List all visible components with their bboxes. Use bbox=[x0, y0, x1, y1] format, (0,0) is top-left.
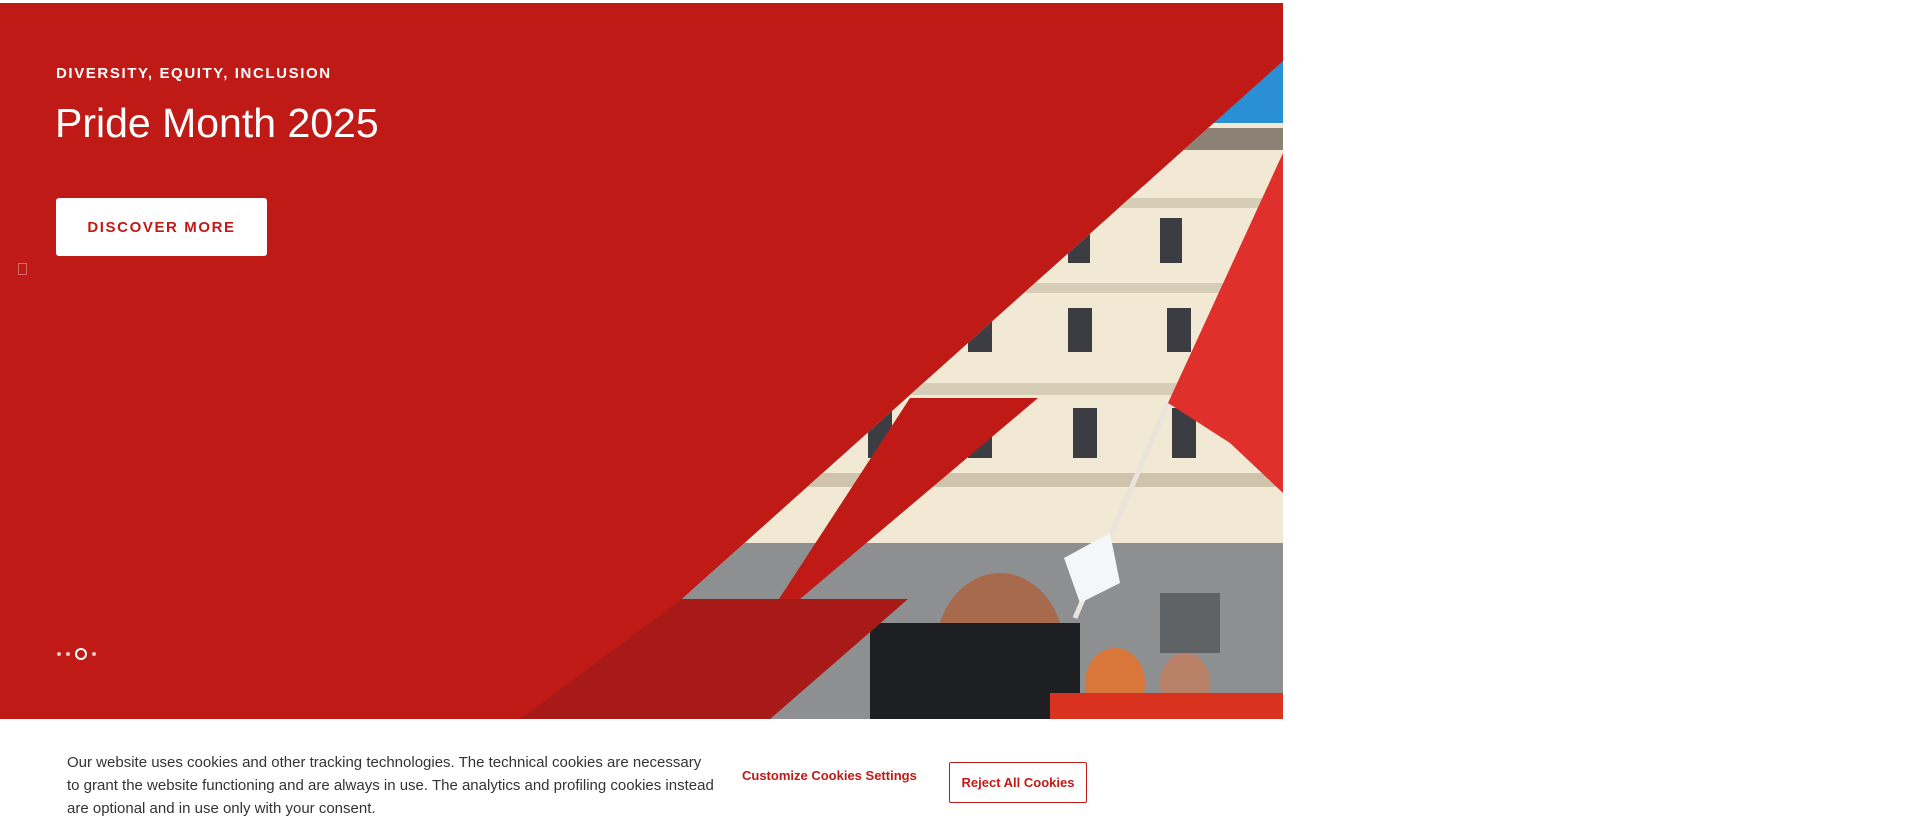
carousel-dot-2[interactable] bbox=[66, 652, 70, 656]
carousel-dot-3[interactable] bbox=[75, 648, 87, 660]
discover-more-button[interactable]: DISCOVER MORE bbox=[56, 198, 267, 256]
reject-all-cookies-button[interactable]: Reject All Cookies bbox=[949, 762, 1087, 803]
image-placeholder-icon bbox=[18, 263, 27, 275]
carousel-dot-1[interactable] bbox=[57, 652, 61, 656]
hero-category: DIVERSITY, EQUITY, INCLUSION bbox=[56, 65, 332, 82]
cookie-banner: Our website uses cookies and other track… bbox=[0, 719, 1283, 820]
customize-cookies-button[interactable]: Customize Cookies Settings bbox=[730, 762, 929, 789]
carousel-pagination bbox=[57, 648, 96, 660]
carousel-dot-4[interactable] bbox=[92, 652, 96, 656]
hero-title: Pride Month 2025 bbox=[55, 100, 379, 146]
hero-banner: DIVERSITY, EQUITY, INCLUSION Pride Month… bbox=[0, 3, 1283, 719]
cookie-notice-text: Our website uses cookies and other track… bbox=[67, 754, 714, 817]
